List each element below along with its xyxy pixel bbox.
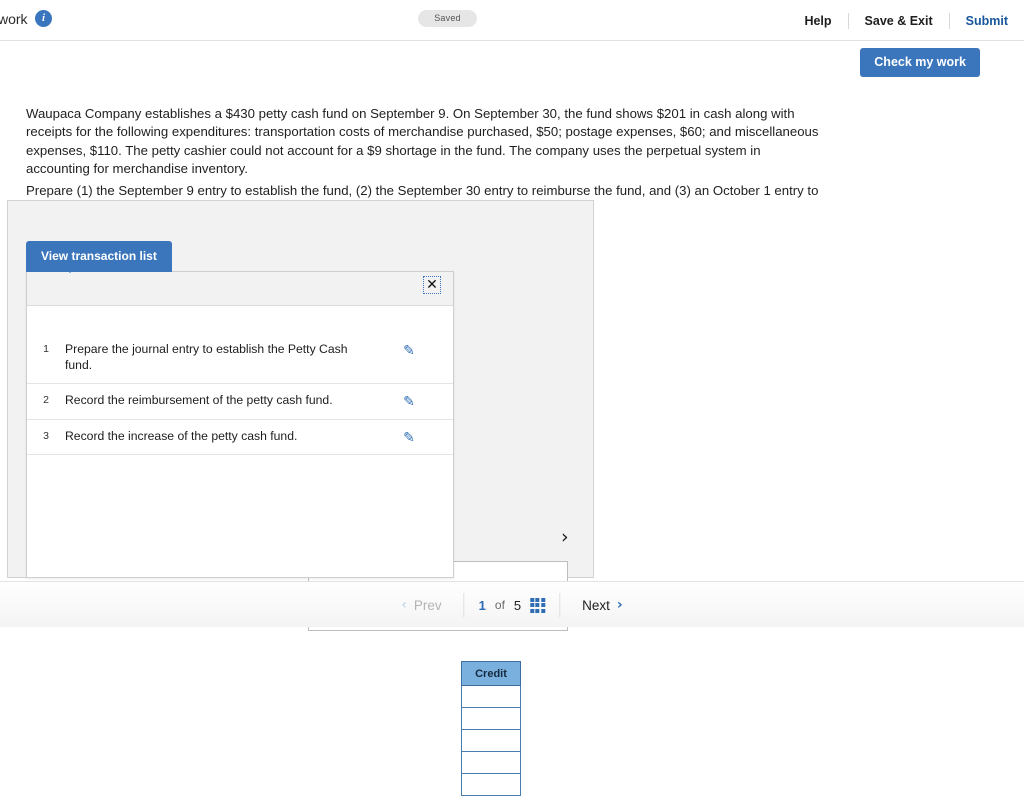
transaction-list-spacer: [27, 306, 453, 333]
pencil-glyph: ✎: [403, 342, 415, 358]
top-bar: work i Saved Help Save & Exit Submit: [0, 0, 1024, 41]
top-bar-actions: Help Save & Exit Submit: [788, 0, 1008, 41]
page-indicator: 1 of 5: [465, 597, 559, 613]
credit-cells: [461, 685, 521, 796]
next-label: Next: [582, 597, 610, 613]
list-item[interactable]: 3 Record the increase of the petty cash …: [27, 420, 453, 455]
list-item-description: Record the reimbursement of the petty ca…: [65, 393, 333, 407]
credit-cell[interactable]: [461, 773, 521, 796]
help-button[interactable]: Help: [788, 13, 847, 29]
pagination: ‹ Prev 1 of 5 Next ›: [379, 582, 644, 628]
page-title: work: [0, 11, 28, 27]
edit-pencil-icon[interactable]: ✎: [389, 393, 429, 409]
footer-bar: ‹ Prev 1 of 5 Next ›: [0, 581, 1024, 627]
submit-button[interactable]: Submit: [948, 12, 1008, 29]
list-item[interactable]: 1 Prepare the journal entry to establish…: [27, 333, 453, 384]
list-item-number: 1: [43, 343, 49, 355]
credit-cell[interactable]: [461, 729, 521, 752]
pencil-glyph: ✎: [403, 428, 415, 445]
credit-cell[interactable]: [461, 707, 521, 730]
total-pages: 5: [513, 597, 522, 613]
list-item-description: Record the increase of the petty cash fu…: [65, 428, 298, 443]
of-label: of: [494, 598, 505, 612]
chevron-left-icon: ‹: [401, 597, 407, 613]
list-item-description: Prepare the journal entry to establish t…: [65, 342, 348, 372]
prev-button[interactable]: ‹ Prev: [379, 593, 465, 617]
transaction-list-panel: ✕ 1 Prepare the journal entry to establi…: [26, 271, 454, 578]
list-item[interactable]: 2 Record the reimbursement of the petty …: [27, 384, 453, 420]
save-and-exit-button[interactable]: Save & Exit: [847, 12, 949, 29]
credit-cell[interactable]: [461, 685, 521, 708]
transaction-list-header: ✕: [27, 272, 453, 306]
edit-pencil-icon[interactable]: ✎: [389, 428, 429, 445]
status-badge: Saved: [418, 10, 477, 27]
list-item-number: 2: [43, 394, 49, 406]
check-my-work-button[interactable]: Check my work: [860, 48, 980, 77]
chevron-right-icon: ›: [616, 597, 623, 613]
credit-column-table: Credit: [461, 661, 521, 796]
credit-column-header: Credit: [461, 661, 521, 686]
pencil-glyph: ✎: [403, 393, 415, 409]
close-icon[interactable]: ✕: [423, 276, 441, 294]
next-button[interactable]: Next ›: [559, 593, 645, 617]
tab-notch: [62, 265, 78, 273]
prev-label: Prev: [413, 597, 442, 613]
current-page: 1: [478, 597, 486, 613]
credit-cell[interactable]: [461, 751, 521, 774]
question-paragraph-1: Waupaca Company establishes a $430 petty…: [26, 106, 819, 177]
grid-view-icon[interactable]: [530, 597, 546, 613]
list-item-number: 3: [43, 429, 49, 442]
edit-pencil-icon[interactable]: ✎: [389, 342, 429, 358]
next-entry-chevron-icon[interactable]: ›: [561, 527, 569, 547]
info-icon[interactable]: i: [35, 10, 52, 27]
view-transaction-list-tab[interactable]: View transaction list: [26, 241, 172, 272]
